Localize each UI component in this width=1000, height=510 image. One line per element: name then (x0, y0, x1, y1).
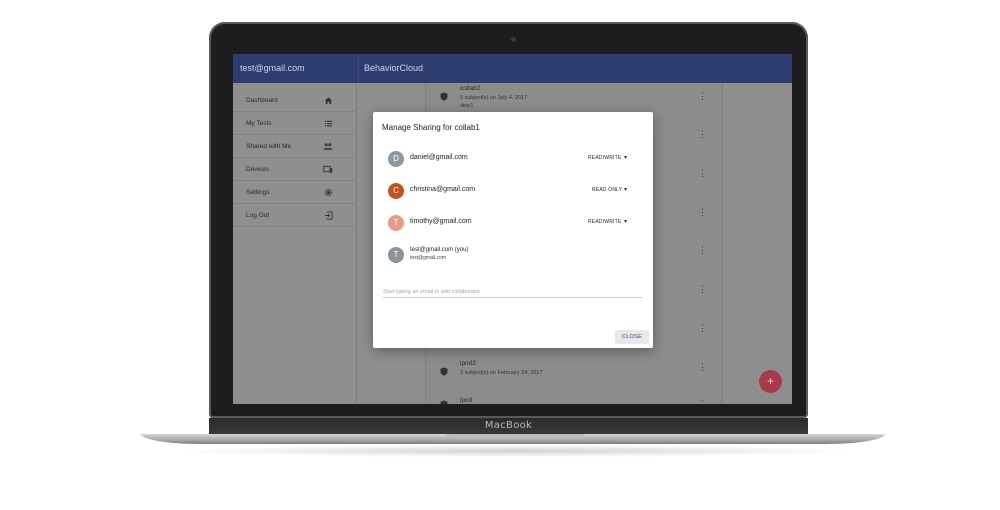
shield-icon (440, 92, 448, 101)
more-options-icon[interactable]: ⋮ (698, 129, 707, 139)
sidebar-item-label: Settings (246, 189, 270, 196)
add-collaborator-input[interactable] (383, 286, 642, 298)
more-options-icon[interactable]: ⋮ (698, 168, 707, 178)
sidebar-item-dashboard[interactable]: Dashboard (233, 89, 357, 112)
stage: test@gmail.com BehaviorCloud Dashboard M… (0, 0, 1000, 510)
sidebar-item-label: Log Out (246, 212, 270, 219)
shield-icon (440, 400, 448, 404)
collaborator-email: christina@gmail.com (410, 186, 476, 193)
collaborator-row: T timothy@gmail.com READ/WRITE ▾ (388, 215, 643, 235)
more-options-icon[interactable]: ⋮ (698, 284, 707, 294)
screen: test@gmail.com BehaviorCloud Dashboard M… (233, 54, 792, 404)
manage-sharing-dialog: Manage Sharing for collab1 D daniel@gmai… (373, 112, 653, 348)
more-options-icon[interactable]: ⋮ (698, 323, 707, 333)
sidebar-item-log-out[interactable]: Log Out (233, 204, 357, 227)
more-options-icon[interactable]: ⋮ (698, 207, 707, 217)
chevron-down-icon[interactable]: ▾ (624, 186, 627, 193)
list-item-name: collab2 (460, 85, 481, 92)
permission-select[interactable]: READ/WRITE (588, 155, 621, 161)
permission-select[interactable]: READ ONLY (592, 187, 622, 193)
app-title: BehaviorCloud (364, 63, 424, 73)
chevron-down-icon[interactable]: ▾ (624, 218, 627, 225)
close-button[interactable]: CLOSE (615, 330, 649, 344)
sidebar-item-shared[interactable]: Shared with Me (233, 135, 357, 158)
collaborator-row: C christina@gmail.com READ ONLY ▾ (388, 183, 643, 203)
sidebar-item-label: Devices (246, 166, 270, 173)
dialog-title: Manage Sharing for collab1 (382, 123, 480, 132)
list-item-name: ipod (460, 397, 473, 404)
more-options-icon[interactable]: ⋮ (698, 362, 707, 372)
collaborator-email: daniel@gmail.com (410, 154, 468, 161)
devices-icon (323, 165, 333, 175)
collaborator-row: D daniel@gmail.com READ/WRITE ▾ (388, 151, 643, 171)
list-item-meta: 5 subject(s) on July 4, 2017 (460, 95, 528, 101)
add-fab-button[interactable]: + (759, 370, 782, 393)
permission-select[interactable]: READ/WRITE (588, 219, 621, 225)
sidebar-item-my-tests[interactable]: My Tests (233, 112, 357, 135)
owner-email: test@gmail.com (410, 255, 446, 261)
list-icon (323, 119, 333, 129)
avatar: T (388, 215, 404, 231)
list-item-meta: 3 subject(s) on February 24, 2017 (460, 370, 543, 376)
home-icon (323, 96, 333, 106)
sidebar-item-devices[interactable]: Devices (233, 158, 357, 181)
sidebar-item-label: Dashboard (246, 97, 278, 104)
exit-icon (323, 211, 333, 221)
app-bar: test@gmail.com BehaviorCloud (233, 54, 792, 83)
sidebar-item-settings[interactable]: Settings (233, 181, 357, 204)
sidebar-item-label: My Tests (246, 120, 272, 127)
account-email: test@gmail.com (240, 63, 305, 73)
shield-icon (440, 367, 448, 376)
gear-icon (323, 188, 333, 198)
laptop-shadow (170, 445, 860, 457)
app-bar-divider (358, 54, 359, 83)
people-icon (323, 142, 333, 152)
avatar: C (388, 183, 404, 199)
camera-icon (511, 37, 516, 42)
list-item-name: ipod2 (460, 360, 476, 367)
more-options-icon[interactable]: ⋮ (698, 399, 707, 404)
list-item-description: desc1 (460, 103, 474, 109)
owner-name: test@gmail.com (you) (410, 247, 469, 253)
brand-label: MacBook (484, 420, 533, 431)
chevron-down-icon[interactable]: ▾ (624, 154, 627, 161)
sidebar-item-label: Shared with Me (246, 143, 292, 150)
avatar: D (388, 151, 404, 167)
collaborator-email: timothy@gmail.com (410, 218, 472, 225)
avatar: T (388, 247, 404, 263)
owner-row: T test@gmail.com (you) test@gmail.com (388, 247, 643, 267)
nav-drawer: Dashboard My Tests Shared with Me Device… (233, 83, 357, 404)
laptop-notch (446, 434, 584, 438)
more-options-icon[interactable]: ⋮ (698, 245, 707, 255)
more-options-icon[interactable]: ⋮ (698, 91, 707, 101)
